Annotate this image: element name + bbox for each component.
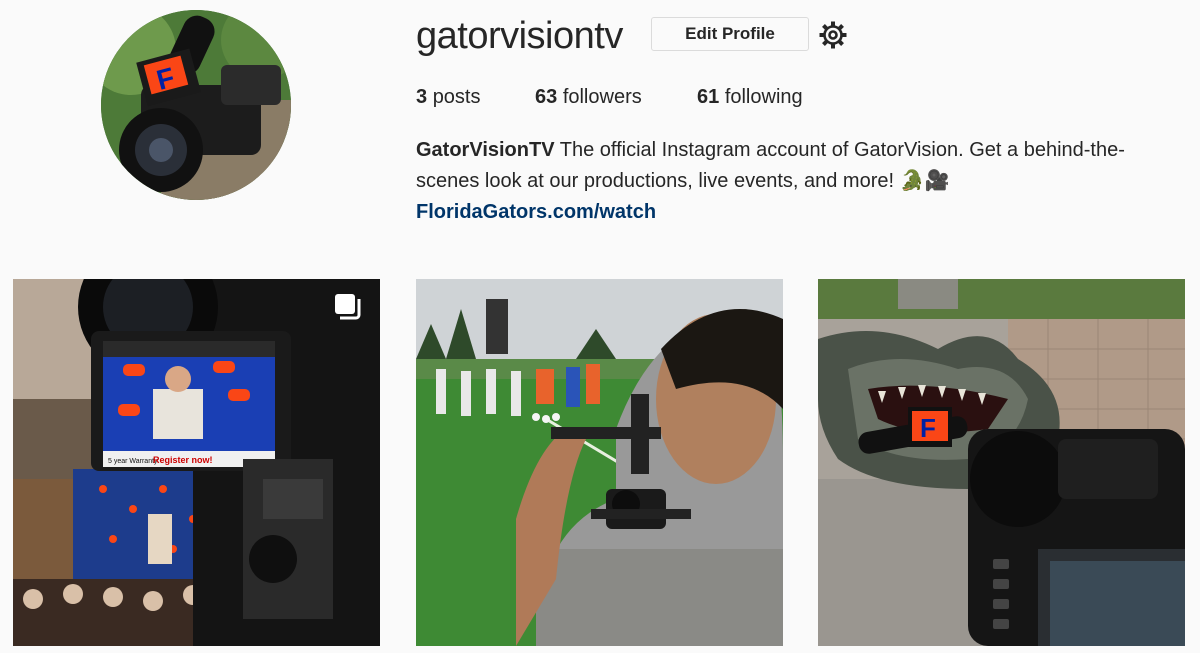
multiple-posts-icon	[332, 291, 362, 321]
followers-count: 63	[535, 86, 558, 108]
post-tile-3[interactable]: F	[818, 279, 1185, 646]
followers-label: followers	[562, 86, 642, 108]
mic-flag-letter: F	[920, 413, 936, 443]
monitor-register-text: Register now!	[153, 455, 213, 465]
followers-stat[interactable]: 63 followers	[535, 84, 697, 110]
bio-name: GatorVisionTV	[416, 139, 555, 161]
posts-stat: 3 posts	[416, 84, 535, 110]
profile-avatar[interactable]: F	[101, 10, 291, 200]
following-stat[interactable]: 61 following	[697, 84, 803, 110]
profile-stats: 3 posts 63 followers 61 following	[416, 84, 803, 110]
monitor-warranty-text: 5 year Warranty	[108, 458, 158, 465]
post-tile-1[interactable]: 5 year Warranty Register now!	[13, 279, 380, 646]
post-1-image: 5 year Warranty Register now!	[13, 279, 380, 646]
post-tile-2[interactable]	[416, 279, 783, 646]
profile-username: gatorvisiontv	[416, 15, 623, 57]
following-label: following	[724, 86, 803, 108]
avatar-image: F	[101, 10, 291, 200]
bio-link[interactable]: FloridaGators.com/watch	[416, 197, 1176, 228]
edit-profile-button[interactable]: Edit Profile	[651, 17, 809, 51]
profile-bio: GatorVisionTV The official Instagram acc…	[416, 135, 1176, 228]
gear-icon[interactable]	[818, 20, 848, 50]
post-3-image: F	[818, 279, 1185, 646]
posts-label: posts	[432, 86, 481, 108]
posts-count: 3	[416, 86, 428, 108]
following-count: 61	[697, 86, 720, 108]
post-2-image	[416, 279, 783, 646]
